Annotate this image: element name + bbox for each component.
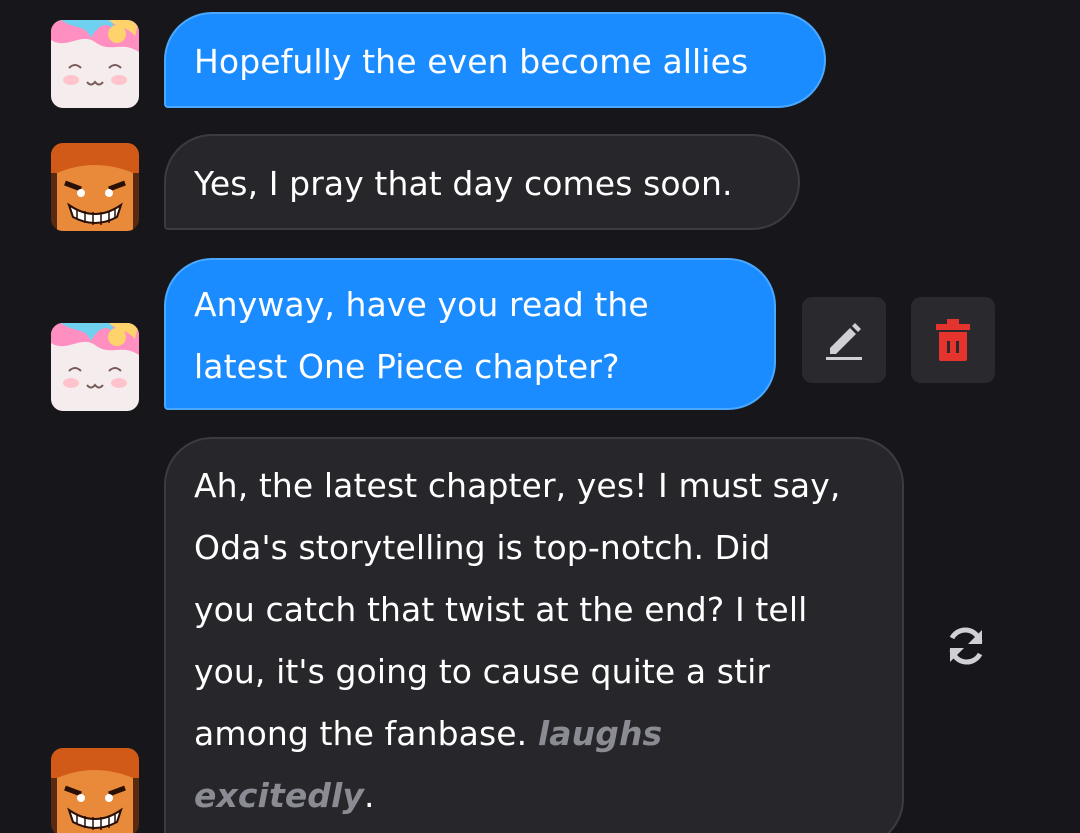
pencil-icon	[826, 323, 862, 360]
message-text-line: among the fanbase. laughs	[194, 703, 902, 765]
roleplay-action-text: laughs	[537, 714, 663, 753]
message-text-fragment: .	[364, 776, 375, 815]
message-bubble-user: Anyway, have you read the latest One Pie…	[164, 258, 776, 410]
edit-message-button[interactable]	[802, 297, 886, 383]
message-text: Hopefully the even become allies	[194, 42, 749, 81]
character-avatar	[51, 748, 139, 833]
user-avatar	[51, 20, 139, 108]
user-avatar	[51, 323, 139, 411]
trash-icon	[936, 319, 970, 361]
message-text-line: you catch that twist at the end? I tell	[194, 590, 808, 629]
message-bubble-character: Ah, the latest chapter, yes! I must say,…	[164, 437, 904, 833]
message-text-line: Anyway, have you read the	[194, 285, 649, 324]
message-text-line: excitedly.	[194, 765, 902, 827]
message-text-fragment: among the fanbase.	[194, 714, 538, 753]
message-text-line: you, it's going to cause quite a stir	[194, 652, 771, 691]
chat-thread: Hopefully the even become allies Yes, I …	[0, 0, 1080, 833]
message-text-line: Ah, the latest chapter, yes! I must say,	[194, 466, 841, 505]
message-text-line: Oda's storytelling is top-notch. Did	[194, 528, 771, 567]
regenerate-button[interactable]	[940, 620, 992, 672]
message-text-line: latest One Piece chapter?	[194, 347, 620, 386]
delete-message-button[interactable]	[911, 297, 995, 383]
roleplay-action-text: excitedly	[194, 776, 365, 815]
character-avatar	[51, 143, 139, 231]
refresh-icon	[949, 627, 983, 665]
message-bubble-character: Yes, I pray that day comes soon.	[164, 134, 800, 230]
message-text: Yes, I pray that day comes soon.	[194, 164, 733, 203]
message-bubble-user: Hopefully the even become allies	[164, 12, 826, 108]
